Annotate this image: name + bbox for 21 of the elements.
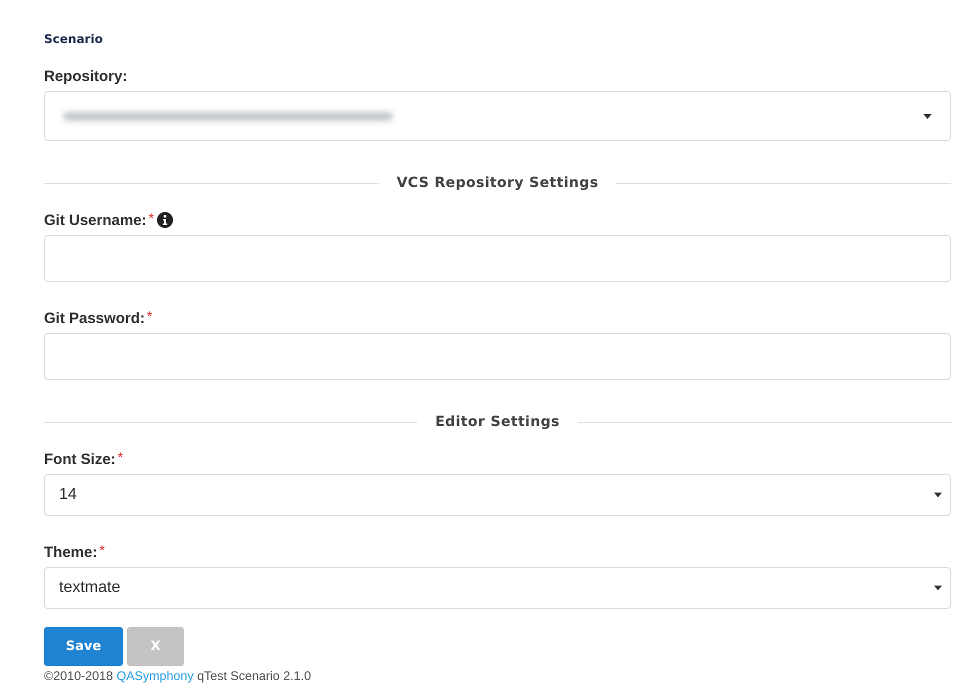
copyright-text: ©2010-2018 QASymphony qTest Scenario 2.1.0 (44, 669, 312, 683)
caret-icon (934, 492, 942, 498)
save-button[interactable]: Save (44, 627, 123, 666)
section-heading: Scenario (44, 31, 104, 48)
required-mark: * (118, 451, 124, 463)
section-title: VCS Repository Settings (396, 175, 598, 191)
field-label: Font Size: (44, 451, 116, 468)
required-mark: * (148, 212, 154, 224)
info-icon[interactable] (157, 212, 173, 228)
caret-icon (923, 114, 932, 118)
required-mark: * (146, 310, 152, 322)
company-link[interactable]: QASymphony (116, 669, 194, 683)
field-label: Git Password: (44, 310, 145, 327)
field-label: Git Username: (44, 212, 147, 229)
caret-icon (934, 585, 942, 591)
dropdown[interactable]: 14 (44, 474, 951, 516)
required-mark: * (99, 544, 105, 556)
dropdown[interactable]: textmate (44, 567, 951, 609)
field-label: Theme: (44, 544, 98, 561)
field-label: Repository: (44, 68, 128, 85)
section-title: Editor Settings (435, 414, 560, 430)
